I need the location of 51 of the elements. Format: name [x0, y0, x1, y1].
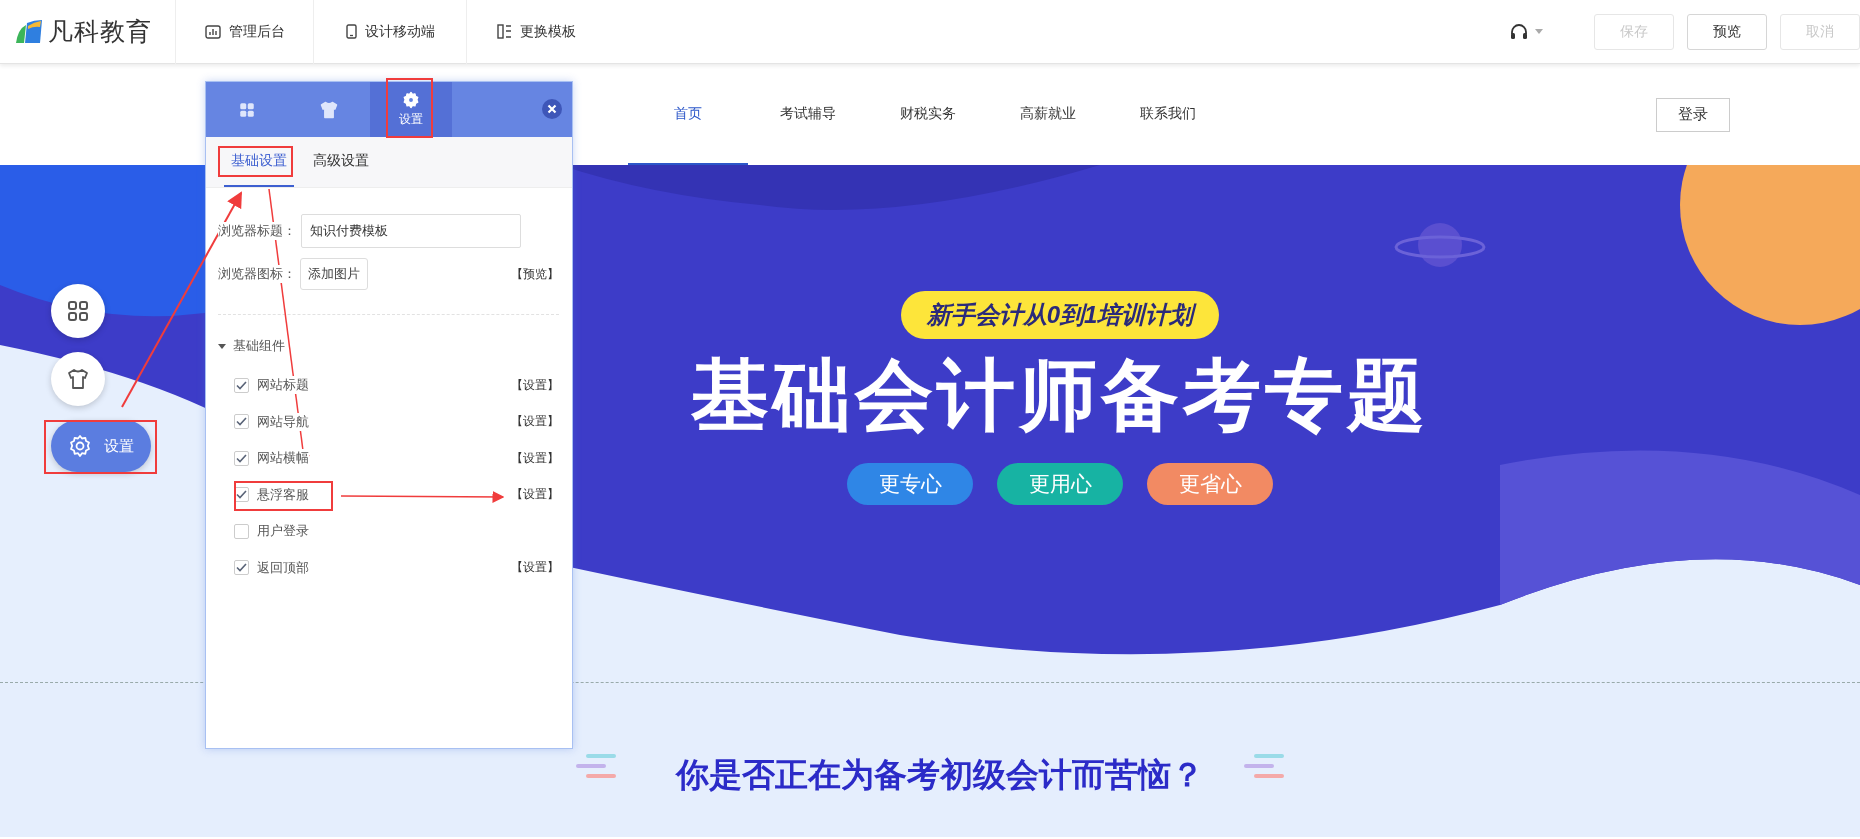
section-heading: 你是否正在为备考初级会计而苦恼？ — [676, 755, 1204, 795]
checkbox[interactable] — [234, 414, 249, 430]
shirt-icon — [319, 99, 339, 120]
hero-pill-button[interactable]: 更专心 — [847, 462, 973, 505]
grid-icon — [238, 100, 256, 119]
checkbox[interactable] — [234, 377, 249, 393]
settings-link[interactable]: 【设置】 — [511, 413, 559, 431]
settings-link[interactable]: 【设置】 — [511, 449, 559, 467]
nav-link[interactable]: 高薪就业 — [988, 64, 1108, 165]
logo-text: 凡科教育 — [48, 16, 152, 47]
layout-icon — [497, 24, 512, 39]
toolbar-tab[interactable]: 管理后台 — [175, 0, 313, 64]
panel-tab[interactable]: 设置 — [370, 82, 452, 137]
hero-tagline: 新手会计从0到1培训计划 — [900, 291, 1220, 339]
preview-link[interactable]: 【预览】 — [511, 265, 559, 283]
settings-tab[interactable]: 高级设置 — [306, 137, 376, 187]
component-label: 网站导航 — [257, 412, 309, 431]
checkbox[interactable] — [234, 450, 249, 466]
settings-tab[interactable]: 基础设置 — [224, 137, 294, 187]
settings-icon — [68, 434, 92, 458]
checkbox[interactable] — [234, 560, 249, 576]
annotation-box — [386, 78, 433, 138]
shirt-icon — [66, 367, 90, 391]
toolbar-tab[interactable]: 设计移动端 — [313, 0, 466, 64]
nav-link[interactable]: 联系我们 — [1108, 64, 1228, 165]
phone-icon — [345, 24, 357, 39]
component-label: 悬浮客服 — [257, 485, 309, 504]
checkbox[interactable] — [234, 523, 249, 539]
toolbar-button[interactable]: 预览 — [1687, 13, 1767, 50]
login-button[interactable]: 登录 — [1656, 97, 1730, 132]
chart-icon — [204, 24, 221, 39]
component-label: 返回顶部 — [257, 558, 309, 577]
settings-link[interactable]: 【设置】 — [511, 376, 559, 394]
nav-link[interactable]: 考试辅导 — [748, 64, 868, 165]
add-image-button[interactable]: 添加图片 — [300, 258, 368, 290]
close-icon[interactable] — [542, 99, 562, 119]
grid-icon — [66, 299, 90, 323]
toolbar-tab[interactable]: 更换模板 — [466, 0, 606, 64]
headset-icon[interactable] — [1509, 21, 1529, 42]
caret-icon[interactable] — [218, 342, 226, 350]
decoration-lines-icon — [576, 753, 616, 779]
settings-link[interactable]: 【设置】 — [511, 486, 559, 504]
nav-link[interactable]: 财税实务 — [868, 64, 988, 165]
decoration-lines-icon — [1244, 753, 1284, 779]
settings-icon — [402, 91, 420, 109]
component-label: 网站横幅 — [257, 449, 309, 468]
hero-title: 基础会计师备考专题 — [691, 353, 1429, 439]
browser-title-input[interactable]: 知识付费模板 — [301, 214, 521, 248]
component-label: 网站标题 — [257, 376, 309, 395]
settings-link[interactable]: 【设置】 — [511, 559, 559, 577]
group-label: 基础组件 — [233, 337, 285, 355]
